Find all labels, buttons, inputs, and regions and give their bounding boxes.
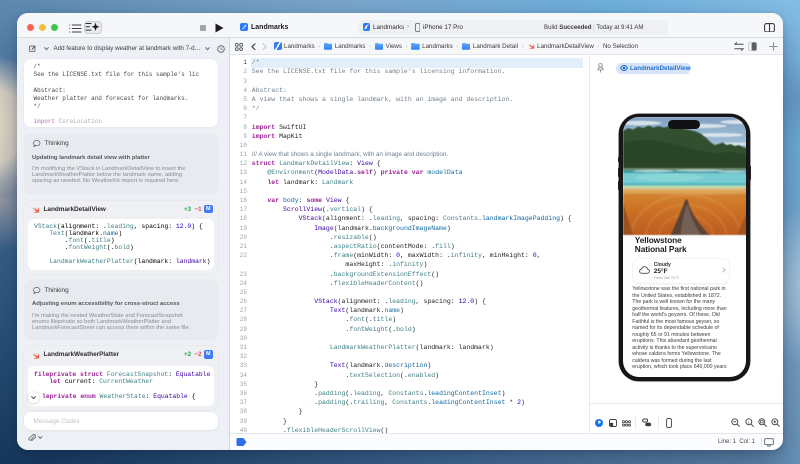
svg-text:1: 1 [748,419,751,424]
